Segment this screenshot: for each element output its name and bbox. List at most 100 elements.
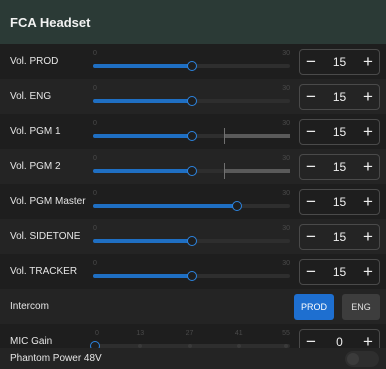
tick-label: 41 bbox=[234, 329, 243, 337]
slider-fill bbox=[93, 238, 192, 243]
slider-max-label: 30 bbox=[282, 119, 290, 127]
minus-icon[interactable]: − bbox=[300, 225, 322, 249]
volume-slider[interactable]: 0 30 bbox=[93, 259, 290, 285]
volume-slider[interactable]: 0 30 bbox=[93, 154, 290, 180]
slider-min-label: 0 bbox=[93, 119, 97, 127]
slider-fill bbox=[93, 98, 192, 103]
row-label: Vol. SIDETONE bbox=[10, 231, 81, 242]
slider-min-label: 0 bbox=[93, 49, 97, 57]
minus-icon[interactable]: − bbox=[300, 50, 322, 74]
volume-stepper: − 15 + bbox=[299, 188, 380, 215]
headset-panel: FCA Headset Vol. PROD 0 30 − 15 + Vol. E… bbox=[0, 0, 386, 369]
stepper-value: 15 bbox=[332, 89, 347, 104]
minus-icon[interactable]: − bbox=[300, 260, 322, 284]
tick-label: 55 bbox=[282, 329, 290, 337]
tick-label: 0 bbox=[94, 329, 99, 337]
slider-limit-marker bbox=[224, 127, 226, 144]
row-label: Vol. PGM 2 bbox=[10, 161, 61, 172]
slider-max-label: 30 bbox=[282, 49, 290, 57]
minus-icon[interactable]: − bbox=[300, 120, 322, 144]
vol-row-pgm1: Vol. PGM 1 0 30 − 15 + bbox=[0, 114, 386, 149]
slider-fill bbox=[93, 273, 192, 278]
vol-row-tracker: Vol. TRACKER 0 30 − 15 + bbox=[0, 254, 386, 289]
slider-thumb[interactable] bbox=[232, 200, 243, 211]
panel-title: FCA Headset bbox=[10, 14, 91, 30]
volume-slider[interactable]: 0 30 bbox=[93, 84, 290, 110]
plus-icon[interactable]: + bbox=[357, 85, 379, 109]
tick-label: 27 bbox=[185, 329, 194, 337]
slider-thumb[interactable] bbox=[186, 165, 197, 176]
tick-dot bbox=[138, 343, 143, 348]
volume-slider[interactable]: 0 30 bbox=[93, 224, 290, 250]
volume-slider[interactable]: 0 30 bbox=[93, 49, 290, 75]
volume-slider[interactable]: 0 30 bbox=[93, 189, 290, 215]
plus-icon[interactable]: + bbox=[357, 120, 379, 144]
stepper-value: 15 bbox=[332, 194, 347, 209]
volume-stepper: − 15 + bbox=[299, 48, 380, 75]
row-label: Vol. PROD bbox=[10, 56, 59, 67]
phantom-toggle[interactable] bbox=[345, 350, 379, 367]
minus-icon[interactable]: − bbox=[300, 85, 322, 109]
mic-gain-label: MIC Gain bbox=[10, 336, 53, 347]
slider-max-label: 30 bbox=[282, 224, 290, 232]
intercom-option-prod[interactable]: PROD bbox=[294, 293, 334, 320]
row-label: Vol. PGM 1 bbox=[10, 126, 61, 137]
slider-max-label: 30 bbox=[282, 189, 290, 197]
vol-row-sidetone: Vol. SIDETONE 0 30 − 15 + bbox=[0, 219, 386, 254]
minus-icon[interactable]: − bbox=[300, 155, 322, 179]
slider-fill bbox=[93, 168, 192, 173]
tick-dot bbox=[284, 343, 289, 348]
tick-dot bbox=[187, 343, 192, 348]
slider-limit-region bbox=[224, 133, 290, 138]
plus-icon[interactable]: + bbox=[357, 190, 379, 214]
slider-limit-region bbox=[224, 168, 290, 173]
slider-max-label: 30 bbox=[282, 84, 290, 92]
vol-row-eng: Vol. ENG 0 30 − 15 + bbox=[0, 79, 386, 114]
phantom-row: Phantom Power 48V bbox=[0, 348, 386, 369]
slider-min-label: 0 bbox=[93, 224, 97, 232]
vol-row-pgm2: Vol. PGM 2 0 30 − 15 + bbox=[0, 149, 386, 184]
row-label: Vol. TRACKER bbox=[10, 266, 78, 277]
slider-limit-marker bbox=[224, 162, 226, 179]
slider-min-label: 0 bbox=[93, 154, 97, 162]
row-label: Vol. PGM Master bbox=[10, 196, 86, 207]
plus-icon[interactable]: + bbox=[357, 155, 379, 179]
slider-thumb[interactable] bbox=[186, 95, 197, 106]
stepper-value: 15 bbox=[332, 229, 347, 244]
volume-stepper: − 15 + bbox=[299, 153, 380, 180]
plus-icon[interactable]: + bbox=[357, 50, 379, 74]
volume-stepper: − 15 + bbox=[299, 118, 380, 145]
panel-header: FCA Headset bbox=[0, 0, 386, 44]
stepper-value: 15 bbox=[332, 264, 347, 279]
slider-min-label: 0 bbox=[93, 189, 97, 197]
slider-thumb[interactable] bbox=[186, 270, 197, 281]
phantom-label: Phantom Power 48V bbox=[10, 353, 102, 364]
vol-row-pgm-master: Vol. PGM Master 0 30 − 15 + bbox=[0, 184, 386, 219]
intercom-option-eng[interactable]: ENG bbox=[342, 293, 380, 320]
stepper-value: 15 bbox=[332, 54, 347, 69]
tick-dot bbox=[236, 343, 241, 348]
plus-icon[interactable]: + bbox=[357, 260, 379, 284]
intercom-row: Intercom PROD ENG bbox=[0, 289, 386, 324]
minus-icon[interactable]: − bbox=[300, 190, 322, 214]
tick-label: 13 bbox=[136, 329, 145, 337]
slider-fill bbox=[93, 203, 238, 208]
slider-thumb[interactable] bbox=[186, 60, 197, 71]
volume-slider[interactable]: 0 30 bbox=[93, 119, 290, 145]
slider-min-label: 0 bbox=[93, 84, 97, 92]
slider-thumb[interactable] bbox=[186, 235, 197, 246]
row-label: Vol. ENG bbox=[10, 91, 52, 102]
stepper-value: 15 bbox=[332, 124, 347, 139]
slider-fill bbox=[93, 133, 192, 138]
slider-thumb[interactable] bbox=[186, 130, 197, 141]
volume-stepper: − 15 + bbox=[299, 258, 380, 285]
volume-stepper: − 15 + bbox=[299, 223, 380, 250]
slider-fill bbox=[93, 63, 192, 68]
slider-max-label: 30 bbox=[282, 154, 290, 162]
stepper-value: 15 bbox=[332, 159, 347, 174]
volume-stepper: − 15 + bbox=[299, 83, 380, 110]
stepper-value: 0 bbox=[336, 334, 343, 349]
plus-icon[interactable]: + bbox=[357, 225, 379, 249]
slider-min-label: 0 bbox=[93, 259, 97, 267]
slider-max-label: 30 bbox=[282, 259, 290, 267]
